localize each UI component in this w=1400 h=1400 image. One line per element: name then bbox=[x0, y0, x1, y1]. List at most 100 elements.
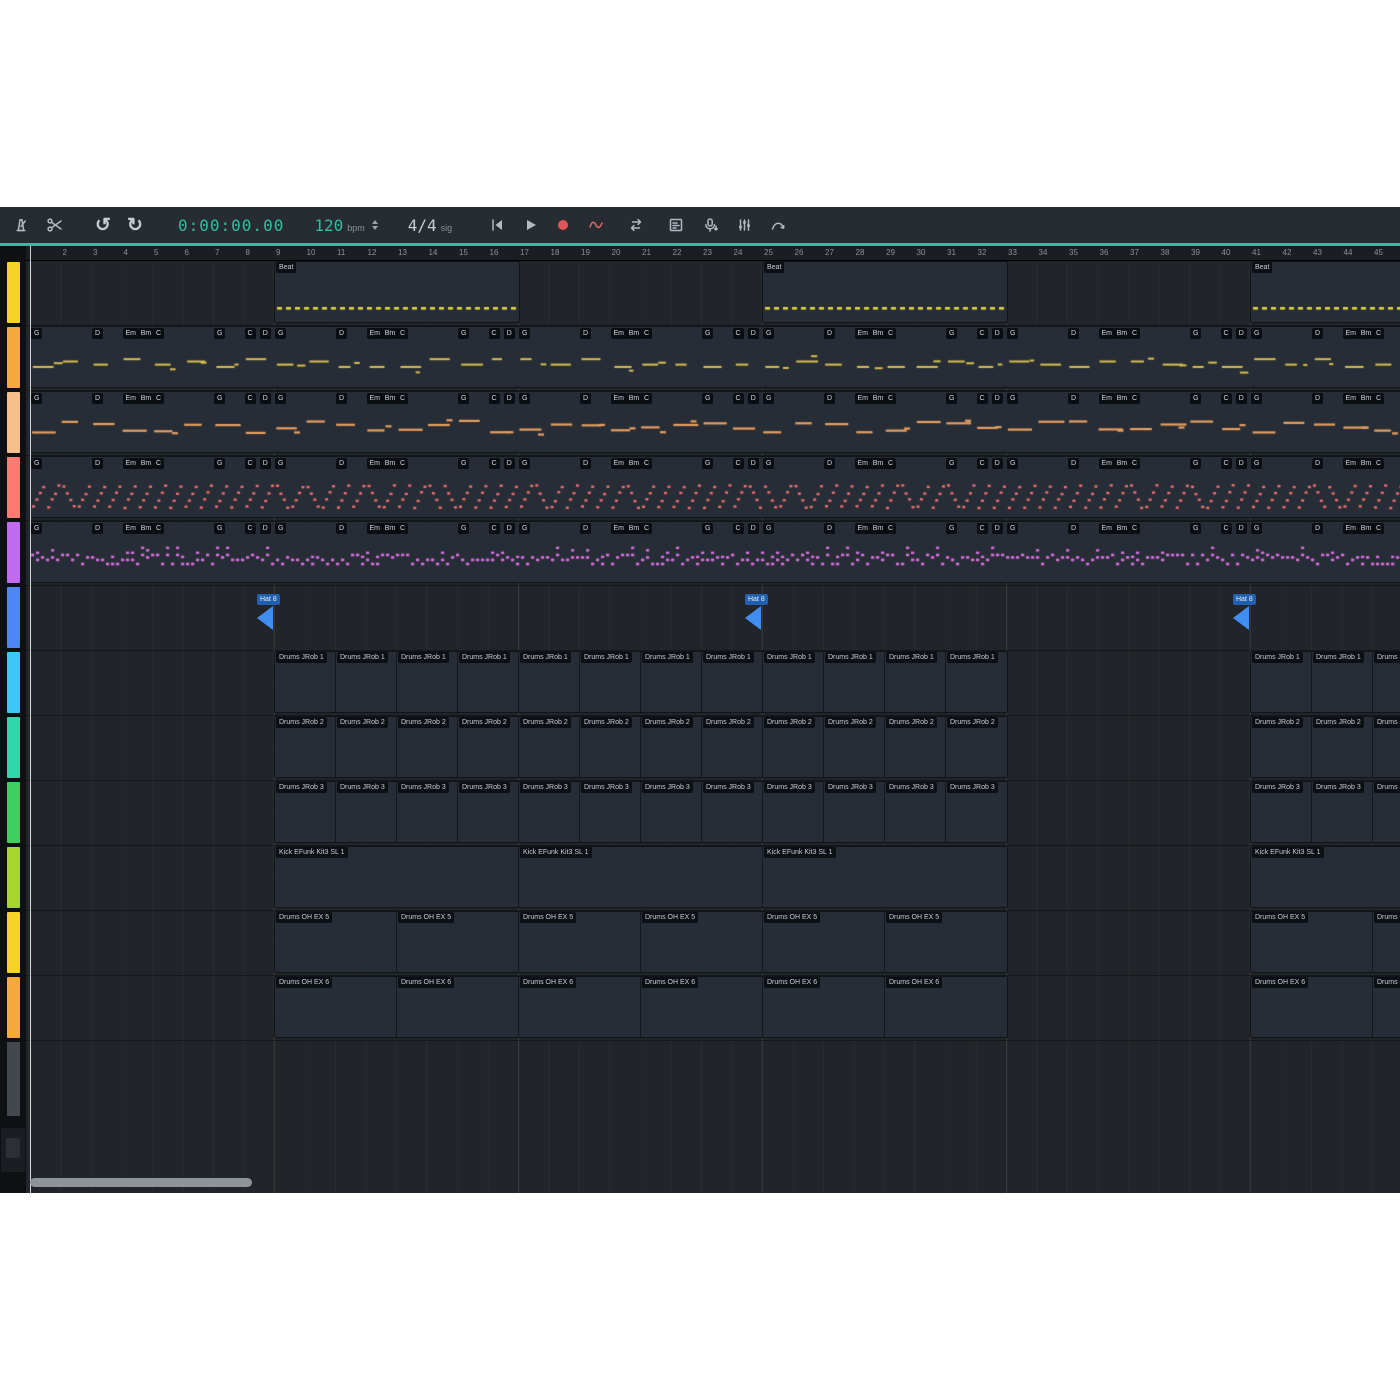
clip-label: Drums JRob 1 bbox=[581, 652, 632, 663]
chord-label: Em bbox=[1343, 328, 1360, 339]
chord-label: C bbox=[1221, 328, 1232, 339]
audio-clip[interactable] bbox=[274, 846, 1008, 908]
draw-automation-icon[interactable] bbox=[765, 212, 791, 238]
chord-label: C bbox=[1221, 458, 1232, 469]
bpm-value: 120 bbox=[314, 216, 343, 235]
chord-label: Em bbox=[611, 458, 628, 469]
clip-boundary bbox=[1372, 976, 1373, 1038]
chord-label: Bm bbox=[138, 393, 155, 404]
bpm-control[interactable]: 120 bpm bbox=[314, 216, 377, 235]
hat-marker-flag[interactable]: Hat 8 bbox=[745, 588, 768, 630]
chord-label: G bbox=[458, 523, 469, 534]
bar-number: 36 bbox=[1100, 248, 1109, 257]
clip-label: Drums JRob 1 bbox=[398, 652, 449, 663]
bpm-stepper-icon[interactable] bbox=[372, 220, 378, 230]
chord-label: D bbox=[992, 523, 1003, 534]
track-row-jrob1: Drums JRob 1 Drums JRob 1 Drums JRob 1 Drum… bbox=[26, 650, 1400, 716]
time-signature[interactable]: 4/4 sig bbox=[408, 216, 452, 235]
edit-clip-icon[interactable] bbox=[663, 212, 689, 238]
bar-number: 6 bbox=[185, 248, 189, 257]
track-row-oh5: Drums OH EX 5Drums OH EX 5Drums OH EX 5D… bbox=[26, 910, 1400, 976]
clip-label: Drums JRob 3 bbox=[1252, 782, 1303, 793]
clip-boundary bbox=[884, 651, 885, 713]
clip-label: Drums JRob 3 bbox=[642, 782, 693, 793]
skip-start-icon[interactable] bbox=[484, 212, 510, 238]
bar-number: 28 bbox=[856, 248, 865, 257]
clip-label: Drums JRob 2 bbox=[642, 717, 693, 728]
chord-label: G bbox=[946, 393, 957, 404]
record-icon[interactable] bbox=[550, 212, 576, 238]
marker-label: Hat 8 bbox=[1233, 594, 1256, 605]
clip-label: Drums OH EX 5 bbox=[1374, 912, 1400, 923]
clip-label: Drums OH EX 6 bbox=[764, 977, 820, 988]
hat-marker-flag[interactable]: Hat 8 bbox=[1233, 588, 1256, 630]
play-icon[interactable] bbox=[517, 212, 543, 238]
bar-number: 43 bbox=[1313, 248, 1322, 257]
clip-label: Drums JRob 1 bbox=[886, 652, 937, 663]
automation-icon[interactable] bbox=[583, 212, 609, 238]
chord-label: C bbox=[885, 328, 896, 339]
bar-number: 41 bbox=[1252, 248, 1261, 257]
clip-boundary bbox=[701, 651, 702, 713]
loop-icon[interactable] bbox=[623, 212, 649, 238]
timeline-ruler[interactable]: 2345678910111213141516171819202122232425… bbox=[26, 246, 1400, 261]
chord-label: C bbox=[1373, 458, 1384, 469]
bar-number: 16 bbox=[490, 248, 499, 257]
track-row-beat: BeatBeatBeat bbox=[26, 260, 1400, 326]
chord-label: C bbox=[1129, 328, 1140, 339]
chord-label: G bbox=[519, 328, 530, 339]
bar-number: 44 bbox=[1344, 248, 1353, 257]
chord-label: Bm bbox=[1114, 458, 1131, 469]
chord-label: G bbox=[214, 393, 225, 404]
bar-number: 19 bbox=[581, 248, 590, 257]
transport-toolbar: ↺ ↻ 0:00:00.00 120 bpm 4/4 sig bbox=[0, 207, 1400, 243]
chord-label: C bbox=[1129, 458, 1140, 469]
clip-label: Drums JRob 3 bbox=[459, 782, 510, 793]
chord-label: C bbox=[397, 393, 408, 404]
clip-label: Drums JRob 1 bbox=[1313, 652, 1364, 663]
clip-label: Drums JRob 2 bbox=[1374, 717, 1400, 728]
chord-label: C bbox=[1221, 523, 1232, 534]
scissors-icon[interactable] bbox=[42, 212, 68, 238]
clip-label: Drums JRob 2 bbox=[520, 717, 571, 728]
hat-marker-flag[interactable]: Hat 8 bbox=[257, 588, 280, 630]
track-row-kick: Kick EFunk Kit3 SL 1Kick EFunk Kit3 SL 1… bbox=[26, 845, 1400, 911]
chord-label: G bbox=[1251, 458, 1262, 469]
clip-label: Drums JRob 3 bbox=[276, 782, 327, 793]
mic-input-icon[interactable] bbox=[697, 212, 723, 238]
clip-label: Drums JRob 2 bbox=[1313, 717, 1364, 728]
bar-number: 11 bbox=[337, 248, 345, 257]
clip-boundary bbox=[396, 976, 397, 1038]
chord-label: Bm bbox=[1114, 393, 1131, 404]
clip-label: Drums OH EX 5 bbox=[520, 912, 576, 923]
chord-label: Bm bbox=[138, 458, 155, 469]
chord-label: C bbox=[489, 458, 500, 469]
chord-label: Bm bbox=[1358, 458, 1375, 469]
undo-icon[interactable]: ↺ bbox=[90, 212, 116, 238]
chord-label: D bbox=[1068, 328, 1079, 339]
chord-label: G bbox=[763, 393, 774, 404]
instrument-icon[interactable] bbox=[731, 212, 757, 238]
playhead[interactable] bbox=[30, 246, 31, 1193]
collapsed-track-button[interactable] bbox=[6, 1138, 20, 1158]
clip-label: Drums OH EX 6 bbox=[886, 977, 942, 988]
chord-label: D bbox=[748, 458, 759, 469]
clip-label: Drums JRob 2 bbox=[581, 717, 632, 728]
bar-number: 8 bbox=[246, 248, 250, 257]
redo-icon[interactable]: ↻ bbox=[122, 212, 148, 238]
clip-boundary bbox=[945, 781, 946, 843]
rail-color-keys-3 bbox=[7, 457, 20, 518]
clip-label: Drums JRob 1 bbox=[1252, 652, 1303, 663]
chord-label: Bm bbox=[626, 458, 643, 469]
chord-label: D bbox=[1068, 523, 1079, 534]
clip-label: Drums JRob 3 bbox=[337, 782, 388, 793]
metronome-icon[interactable] bbox=[8, 212, 34, 238]
chord-label: D bbox=[580, 458, 591, 469]
chord-label: D bbox=[504, 523, 515, 534]
clip-label: Drums JRob 2 bbox=[703, 717, 754, 728]
clip-label: Beat bbox=[1252, 262, 1272, 273]
bpm-unit-label: bpm bbox=[347, 223, 365, 233]
track-row-hat: Hat 8 Hat 8 Hat 8 bbox=[26, 585, 1400, 651]
horizontal-scrollbar-thumb[interactable] bbox=[30, 1178, 252, 1187]
chord-label: C bbox=[489, 393, 500, 404]
